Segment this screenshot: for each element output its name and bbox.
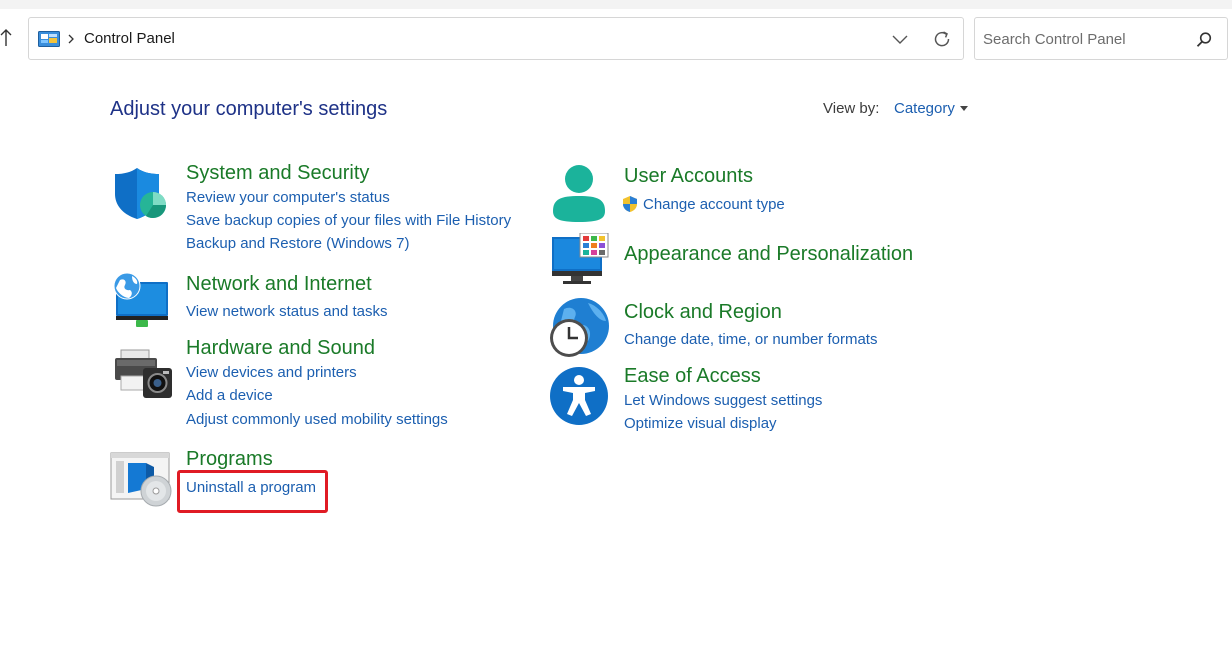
breadcrumb-control-panel[interactable]: Control Panel: [84, 30, 175, 48]
highlight-box: [177, 470, 328, 513]
link-file-history[interactable]: Save backup copies of your files with Fi…: [186, 212, 511, 230]
printer-camera-icon[interactable]: [113, 348, 173, 400]
network-globe-icon[interactable]: [112, 272, 170, 328]
view-by-label: View by:: [823, 100, 880, 117]
category-title-network-internet[interactable]: Network and Internet: [186, 272, 372, 296]
clock-globe-icon[interactable]: [548, 297, 610, 359]
programs-disc-icon[interactable]: [110, 451, 172, 507]
link-backup-restore[interactable]: Backup and Restore (Windows 7): [186, 235, 409, 253]
category-title-user-accounts[interactable]: User Accounts: [624, 164, 753, 188]
user-icon[interactable]: [551, 163, 607, 223]
address-bar[interactable]: Control Panel: [28, 17, 964, 60]
category-title-system-security[interactable]: System and Security: [186, 161, 369, 185]
link-suggest-settings[interactable]: Let Windows suggest settings: [624, 392, 822, 410]
link-date-time-formats[interactable]: Change date, time, or number formats: [624, 331, 877, 349]
accessibility-icon[interactable]: [549, 366, 609, 426]
window-top-strip: [0, 0, 1232, 9]
search-box[interactable]: [974, 17, 1228, 60]
link-optimize-display[interactable]: Optimize visual display: [624, 415, 777, 433]
link-devices-printers[interactable]: View devices and printers: [186, 364, 357, 382]
breadcrumb-chevron-icon[interactable]: [66, 30, 76, 48]
monitor-palette-icon[interactable]: [551, 233, 609, 285]
control-panel-icon: [38, 31, 60, 47]
refresh-icon[interactable]: [932, 29, 952, 49]
category-title-clock-region[interactable]: Clock and Region: [624, 300, 782, 324]
page-title: Adjust your computer's settings: [110, 98, 388, 120]
chevron-down-icon[interactable]: [891, 30, 909, 48]
caret-down-icon[interactable]: [960, 106, 968, 112]
category-title-appearance[interactable]: Appearance and Personalization: [624, 242, 913, 266]
view-by-dropdown[interactable]: Category: [894, 100, 955, 118]
link-mobility-settings[interactable]: Adjust commonly used mobility settings: [186, 411, 448, 429]
link-review-status[interactable]: Review your computer's status: [186, 189, 390, 207]
category-title-ease-access[interactable]: Ease of Access: [624, 364, 761, 388]
search-input[interactable]: [983, 28, 1183, 50]
link-change-account-type[interactable]: Change account type: [643, 196, 785, 214]
search-icon[interactable]: [1195, 31, 1213, 49]
up-arrow-icon[interactable]: [0, 28, 14, 52]
link-add-device[interactable]: Add a device: [186, 387, 273, 405]
link-network-status[interactable]: View network status and tasks: [186, 303, 388, 321]
category-title-hardware-sound[interactable]: Hardware and Sound: [186, 336, 375, 360]
shield-icon[interactable]: [113, 166, 169, 220]
category-title-programs[interactable]: Programs: [186, 447, 273, 471]
uac-shield-icon: [623, 196, 637, 212]
